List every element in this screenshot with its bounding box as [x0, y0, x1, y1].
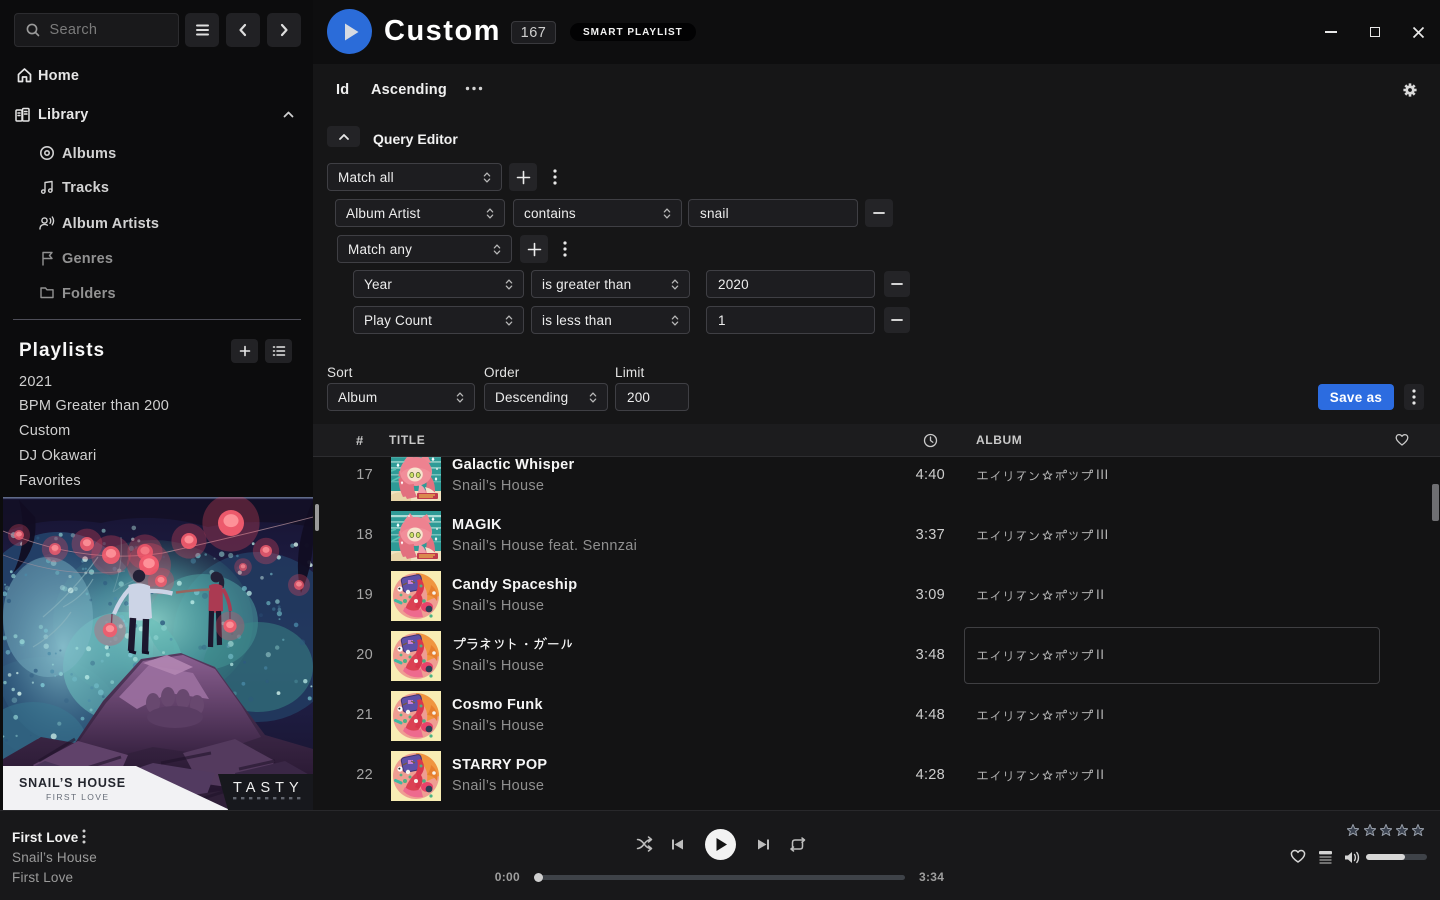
svg-text:SNAIL’S HOUSE: SNAIL’S HOUSE: [19, 776, 126, 790]
svg-text:TASTY: TASTY: [233, 780, 304, 796]
svg-text:FIRST LOVE: FIRST LOVE: [46, 792, 109, 802]
